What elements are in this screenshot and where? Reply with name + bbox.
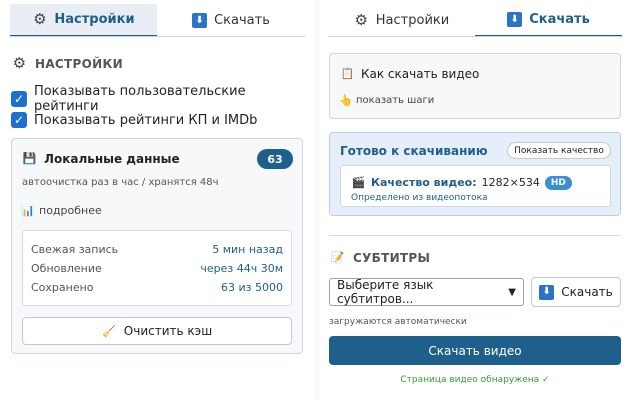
stat-value: 5 мин назад [212, 243, 283, 256]
stat-row: Сохранено 63 из 5000 [31, 281, 283, 294]
tab-download-label: Скачать [214, 13, 270, 28]
detected-note: Определено из видеопотока [351, 193, 488, 203]
tab-download[interactable]: ⬇ Скачать [475, 4, 622, 37]
local-data-header: 💾 Локальные данные [22, 151, 180, 166]
stat-key: Свежая запись [31, 243, 119, 256]
details-link[interactable]: 📊 подробнее [21, 203, 102, 218]
tab-bar: ⚙ Настройки ⬇ Скачать [0, 0, 313, 38]
howto-card: 📋 Как скачать видео 👆 показать шаги [329, 53, 621, 119]
clear-cache-label: Очистить кэш [123, 324, 213, 338]
bar-chart-icon: 📊 [21, 204, 35, 217]
quality-line: 🎬 Качество видео: 1282×534 HD [351, 175, 572, 190]
download-icon: ⬇ [539, 284, 555, 300]
count-badge: 63 [257, 149, 293, 169]
tab-download[interactable]: ⬇ Скачать [157, 4, 305, 37]
local-data-card: 💾 Локальные данные 63 автоочистка раз в … [11, 138, 303, 354]
clear-cache-button[interactable]: 🧹 Очистить кэш [22, 317, 292, 345]
stat-row: Свежая запись 5 мин назад [31, 243, 283, 256]
tab-bar: ⚙ Настройки ⬇ Скачать [320, 0, 640, 38]
auto-load-note: загружаются автоматически [329, 317, 467, 327]
show-steps-text: показать шаги [356, 95, 435, 106]
stat-value: 63 из 5000 [221, 281, 283, 294]
tab-settings-label: Настройки [54, 12, 135, 27]
checkbox-label: Показывать рейтинги КП и IMDb [34, 112, 258, 128]
download-subtitles-button[interactable]: ⬇ Скачать [531, 277, 621, 307]
autoclean-note: автоочистка раз в час / хранятся 48ч [22, 177, 219, 188]
subtitles-section-title: 📝 СУБТИТРЫ [330, 250, 430, 265]
download-video-button[interactable]: Скачать видео [329, 336, 621, 365]
film-icon: 🎬 [351, 176, 366, 189]
quality-value: 1282×534 [481, 176, 540, 189]
local-data-title: Локальные данные [44, 151, 180, 166]
tab-divider [10, 36, 305, 37]
stat-key: Сохранено [31, 281, 94, 294]
broom-icon: 🧹 [102, 324, 117, 338]
stat-key: Обновление [31, 262, 102, 275]
checkbox-kp-imdb[interactable]: ✓ Показывать рейтинги КП и IMDb [11, 112, 257, 128]
gear-icon: ⚙ [354, 11, 368, 29]
tab-settings[interactable]: ⚙ Настройки [328, 4, 475, 37]
tab-download-label: Скачать [529, 12, 590, 27]
checkbox-checked-icon[interactable]: ✓ [11, 91, 27, 107]
settings-section-title: ⚙ НАСТРОЙКИ [12, 56, 123, 71]
subtitle-language-select[interactable]: Выберите язык субтитров... ▼ [329, 278, 524, 306]
stat-value: через 44ч 30м [200, 262, 283, 275]
section-title-text: СУБТИТРЫ [353, 250, 431, 265]
download-icon: ⬇ [192, 13, 208, 28]
tab-settings-label: Настройки [375, 13, 450, 28]
hd-badge: HD [544, 175, 572, 190]
gear-icon: ⚙ [33, 10, 47, 28]
show-quality-button[interactable]: Показать качество [507, 142, 611, 159]
ready-card: Готово к скачиванию Показать качество 🎬 … [329, 132, 621, 216]
divider [329, 235, 621, 236]
checkbox-user-ratings[interactable]: ✓ Показывать пользовательские рейтинги [11, 84, 313, 114]
show-steps-link[interactable]: 👆 показать шаги [339, 93, 435, 108]
tab-divider [328, 36, 622, 37]
checkbox-checked-icon[interactable]: ✓ [11, 112, 27, 128]
pointing-hand-icon: 👆 [339, 94, 353, 107]
ready-title: Готово к скачиванию [340, 144, 488, 158]
download-subtitles-label: Скачать [561, 285, 613, 299]
tab-settings[interactable]: ⚙ Настройки [10, 4, 157, 37]
section-title-text: НАСТРОЙКИ [35, 56, 123, 71]
status-text: Страница видео обнаружена ✓ [400, 375, 550, 385]
chevron-down-icon: ▼ [508, 286, 516, 298]
download-panel: ⚙ Настройки ⬇ Скачать 📋 Как скачать виде… [320, 0, 640, 400]
stat-row: Обновление через 44ч 30м [31, 262, 283, 275]
clipboard-icon: 📋 [340, 67, 355, 80]
details-link-text: подробнее [39, 204, 102, 217]
quality-box: 🎬 Качество видео: 1282×534 HD Определено… [340, 165, 611, 207]
howto-title-text: Как скачать видео [361, 66, 480, 81]
quality-label: Качество видео: [371, 176, 477, 189]
settings-panel: ⚙ Настройки ⬇ Скачать ⚙ НАСТРОЙКИ ✓ Пока… [0, 0, 313, 400]
notepad-icon: 📝 [330, 251, 345, 264]
stats-box: Свежая запись 5 мин назад Обновление чер… [22, 230, 292, 306]
howto-title: 📋 Как скачать видео [340, 66, 480, 81]
select-value: Выберите язык субтитров... [337, 278, 434, 306]
gear-icon: ⚙ [12, 54, 27, 72]
download-icon: ⬇ [507, 12, 523, 27]
floppy-disk-icon: 💾 [22, 152, 37, 165]
checkbox-label: Показывать пользовательские рейтинги [33, 84, 246, 114]
